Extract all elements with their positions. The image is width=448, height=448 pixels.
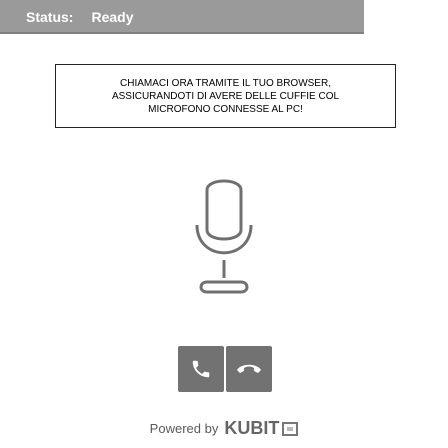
powered-by-label: Powered by: [149, 421, 219, 436]
kubit-logo-mark-icon: [282, 421, 299, 436]
call-widget: Status: Ready CHIAMACI ORA TRAMITE IL TU…: [0, 0, 448, 448]
kubit-logo: KUBIT: [224, 418, 299, 439]
call-button[interactable]: [178, 346, 224, 392]
powered-by: Powered by KUBIT: [0, 418, 448, 439]
instructions-text: CHIAMACI ORA TRAMITE IL TUO BROWSER, ASS…: [111, 77, 340, 115]
phone-icon: [192, 360, 210, 378]
hangup-icon: [237, 364, 261, 373]
status-label: Status:: [26, 9, 74, 25]
brand-name: KUBIT: [224, 418, 280, 438]
status-bar: Status: Ready: [0, 0, 364, 34]
instructions-box: CHIAMACI ORA TRAMITE IL TUO BROWSER, ASS…: [55, 64, 396, 128]
status-value: Ready: [91, 9, 134, 25]
hangup-button[interactable]: [226, 346, 272, 392]
microphone-icon: [195, 179, 253, 294]
